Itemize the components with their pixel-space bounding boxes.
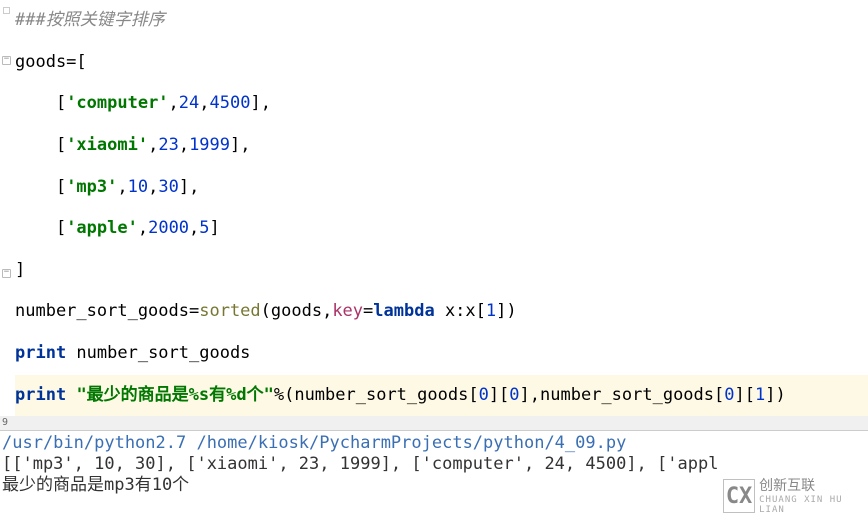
code-line: goods=[ xyxy=(15,42,868,84)
code-line: ['mp3',10,30], xyxy=(15,167,868,209)
watermark: CX 创新互联 CHUANG XIN HU LIAN xyxy=(723,476,868,516)
comment-text: ###按照关键字排序 xyxy=(15,10,165,30)
watermark-brand: 创新互联 xyxy=(759,478,868,495)
code-line: ['xiaomi',23,1999], xyxy=(15,125,868,167)
code-line: ['apple',2000,5] xyxy=(15,208,868,250)
output-line: [['mp3', 10, 30], ['xiaomi', 23, 1999], … xyxy=(2,454,866,475)
gutter xyxy=(0,0,14,416)
code-line: ] xyxy=(15,250,868,292)
code-editor[interactable]: ###按照关键字排序 goods=[ ['computer',24,4500],… xyxy=(0,0,868,416)
run-command: /usr/bin/python2.7 /home/kiosk/PycharmPr… xyxy=(2,433,866,454)
code-line: ###按照关键字排序 xyxy=(15,0,868,42)
watermark-sub: CHUANG XIN HU LIAN xyxy=(759,495,868,515)
watermark-logo-icon: CX xyxy=(723,479,755,513)
status-bar: 9 xyxy=(0,416,868,430)
code-line: ['computer',24,4500], xyxy=(15,83,868,125)
code-line-active: print "最少的商品是%s有%d个"%(number_sort_goods[… xyxy=(15,375,868,417)
code-line: print number_sort_goods xyxy=(15,333,868,375)
code-line: number_sort_goods=sorted(goods,key=lambd… xyxy=(15,291,868,333)
